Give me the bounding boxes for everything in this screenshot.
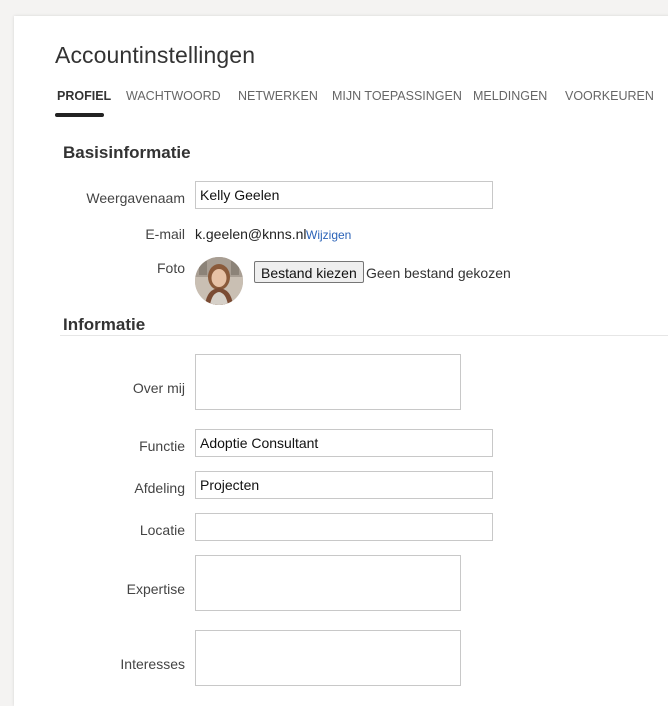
tab-profiel[interactable]: PROFIEL (57, 89, 111, 103)
interests-label: Interesses (120, 656, 185, 672)
file-status-text: Geen bestand gekozen (366, 265, 511, 281)
email-change-link[interactable]: Wijzigen (306, 228, 351, 242)
section-divider (60, 335, 668, 336)
location-input[interactable] (195, 513, 493, 541)
department-input[interactable] (195, 471, 493, 499)
function-input[interactable] (195, 429, 493, 457)
about-textarea[interactable] (195, 354, 461, 410)
choose-file-button[interactable]: Bestand kiezen (254, 261, 364, 283)
location-label: Locatie (139, 522, 185, 538)
avatar (195, 257, 243, 305)
tab-voorkeuren[interactable]: VOORKEUREN (565, 89, 654, 103)
photo-label: Foto (156, 260, 185, 276)
display-name-label: Weergavenaam (86, 190, 185, 206)
display-name-input[interactable] (195, 181, 493, 209)
expertise-textarea[interactable] (195, 555, 461, 611)
page-title: Accountinstellingen (55, 42, 256, 68)
department-label: Afdeling (134, 480, 185, 496)
active-tab-indicator (55, 113, 104, 117)
about-label: Over mij (132, 380, 185, 396)
function-label: Functie (139, 438, 185, 454)
tab-wachtwoord[interactable]: WACHTWOORD (126, 89, 221, 103)
email-value: k.geelen@knns.nl (195, 226, 307, 242)
tab-netwerken[interactable]: NETWERKEN (238, 89, 318, 103)
tab-meldingen[interactable]: MELDINGEN (473, 89, 547, 103)
tab-mijn-toepassingen[interactable]: MIJN TOEPASSINGEN (332, 89, 462, 103)
expertise-label: Expertise (126, 581, 185, 597)
section-title-basisinformatie: Basisinformatie (63, 143, 191, 162)
section-title-informatie: Informatie (63, 315, 146, 334)
interests-textarea[interactable] (195, 630, 461, 686)
email-label: E-mail (145, 226, 185, 242)
